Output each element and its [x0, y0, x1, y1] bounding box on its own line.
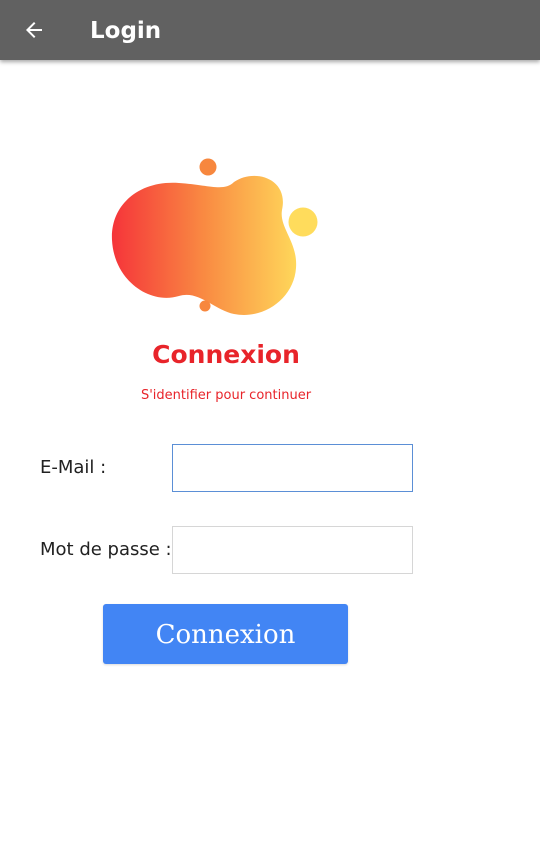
login-button[interactable]: Connexion	[103, 604, 348, 664]
logo-dot-top	[199, 158, 217, 176]
back-button[interactable]	[16, 12, 52, 48]
logo-blob	[111, 175, 297, 315]
login-subheading: S'identifier pour continuer	[140, 388, 312, 403]
email-label: E-Mail :	[40, 457, 107, 478]
logo-dot-bottom	[199, 300, 211, 312]
password-field[interactable]	[172, 526, 413, 574]
app-bar: Login	[0, 0, 540, 60]
email-field[interactable]	[172, 444, 413, 492]
arrow-left-icon	[26, 22, 42, 38]
gradient-blob-logo	[111, 158, 318, 315]
page-title: Login	[90, 18, 162, 44]
logo-dot-right	[288, 207, 318, 237]
password-label: Mot de passe :	[40, 539, 172, 560]
login-heading: Connexion	[152, 340, 300, 369]
